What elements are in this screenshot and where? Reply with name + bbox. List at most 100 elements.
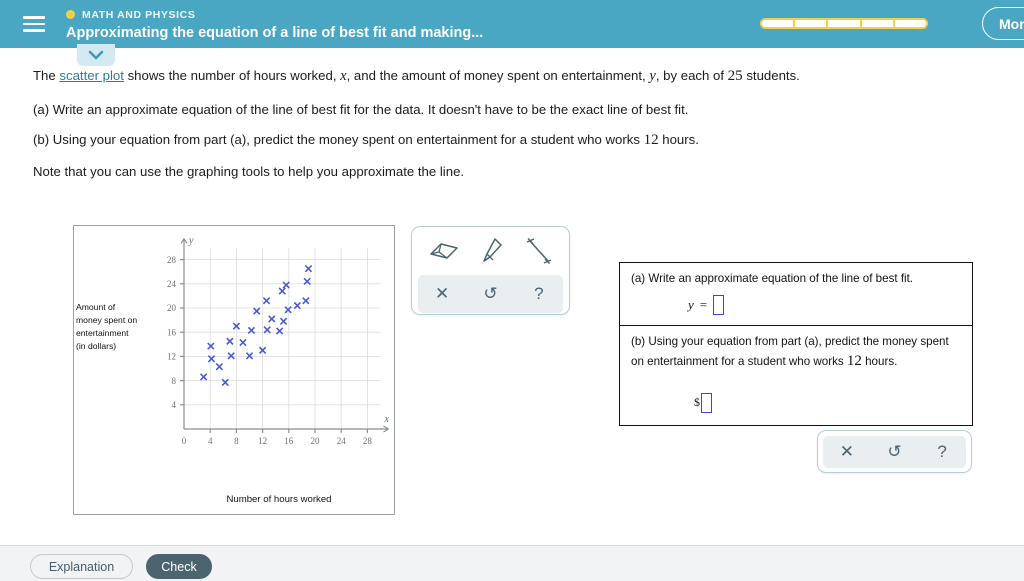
intro-part-1: The [33,68,60,83]
page-root: MATH AND PHYSICS Approximating the equat… [0,0,1024,581]
intro-part-2: shows the number of hours worked, [123,68,341,83]
data-point [268,315,276,323]
answer-b-prompt-line2: on entertainment for a student who works… [631,351,961,373]
course-dot-icon [66,10,75,19]
data-point [278,287,286,295]
part-b-text-2: hours. [658,132,699,148]
y-axis-title-line: money spent on [76,315,137,325]
scatter-plot-svg[interactable]: x y 0 4 8 12 16 20 24 28 4 8 12 16 20 24 28 Amount of mone… [74,226,394,514]
answer-a-input[interactable] [713,294,725,315]
x-axis-title: Number of hours worked [226,494,331,505]
question-part-a: (a) Write an approximate equation of the… [33,101,689,117]
y-axis-tick-label: 4 [172,400,177,410]
course-row: MATH AND PHYSICS [66,7,483,22]
answer-part-b: (b) Using your equation from part (a), p… [620,326,972,426]
data-point [239,338,247,347]
answer-undo-button[interactable]: ↺ [879,439,909,465]
line-segment-icon[interactable] [525,237,553,265]
eraser-icon[interactable] [428,240,460,262]
student-count: 25 [727,68,743,84]
data-point [282,281,290,289]
clear-button[interactable]: ✕ [427,281,457,307]
data-point [302,297,310,305]
data-point [279,317,288,325]
answer-b-prompt-pre: on entertainment for a student who works [631,354,847,368]
y-axis-tick-label: 24 [167,279,177,289]
drawing-tools-row [412,227,569,275]
chevron-down-icon [88,50,104,60]
intro-part-4: , by each of [655,68,728,83]
answer-a-prompt: (a) Write an approximate equation of the… [631,272,914,285]
hamburger-icon[interactable] [14,4,54,44]
progress-segment [762,20,796,27]
user-menu-button[interactable]: Morg [982,7,1024,40]
pencil-icon[interactable] [480,237,504,265]
help-button[interactable]: ? [524,281,554,307]
check-button[interactable]: Check [146,554,212,579]
answer-help-button[interactable]: ? [927,439,957,465]
x-axis-tick-label: 4 [208,436,213,446]
data-point [215,363,224,371]
hamburger-bar [23,22,45,26]
footer-bar: Explanation Check [0,545,1024,581]
x-axis-tick-label: 12 [258,436,267,446]
drawing-actions-row: ✕ ↺ ? [418,275,563,313]
y-axis-title-line: (in dollars) [76,341,116,351]
expand-panel-toggle[interactable] [77,44,115,66]
progress-segment [828,20,862,27]
progress-bar [760,18,928,29]
answer-panel: (a) Write an approximate equation of the… [619,262,973,426]
scatter-plot-link[interactable]: scatter plot [59,68,124,83]
answer-b-prompt-post: hours. [861,354,898,368]
x-axis-tick-label: 24 [337,436,347,446]
x-axis-tick-label: 20 [311,436,321,446]
y-axis-tick-label: 20 [167,303,177,313]
header-titles: MATH AND PHYSICS Approximating the equat… [66,7,483,41]
part-b-hours: 12 [643,132,659,149]
y-axis-tick-label: 28 [167,255,177,265]
x-axis-tick-label: 16 [284,436,294,446]
question-part-b: (b) Using your equation from part (a), p… [33,130,1024,150]
answer-a-equation-row: y = [631,294,961,315]
app-header: MATH AND PHYSICS Approximating the equat… [0,0,1024,48]
data-point [207,342,215,350]
equation-y-label: y [688,296,694,312]
data-point [199,373,208,381]
hamburger-bar [23,16,45,19]
question-intro: The scatter plot shows the number of hou… [33,66,1024,87]
drawing-toolbar: ✕ ↺ ? [411,226,570,315]
answer-clear-button[interactable]: ✕ [832,439,862,465]
y-axis-variable-label: y [188,236,194,247]
x-axis-tick-label: 8 [234,436,239,446]
hamburger-bar [23,29,45,32]
question-content: The scatter plot shows the number of hou… [0,66,1024,192]
equation-equals-sign: = [699,296,708,312]
y-axis-tick-label: 8 [172,376,177,386]
data-point [275,327,284,335]
answer-b-input-row: $ [631,392,961,413]
data-point [253,307,261,315]
part-b-text-1: (b) Using your equation from part (a), p… [33,132,644,148]
scatter-plot[interactable]: x y 0 4 8 12 16 20 24 28 4 8 12 16 20 24 28 Amount of mone… [73,225,395,515]
answer-toolbar: ✕ ↺ ? [817,430,972,473]
answer-b-input[interactable] [701,392,712,413]
answer-b-prompt-line1: (b) Using your equation from part (a), p… [631,335,949,348]
undo-button[interactable]: ↺ [475,281,505,307]
question-note: Note that you can use the graphing tools… [33,163,465,179]
currency-symbol: $ [694,395,700,410]
data-point [245,352,254,360]
x-axis-tick-label: 28 [363,436,373,446]
answer-part-a: (a) Write an approximate equation of the… [620,263,972,326]
lesson-title: Approximating the equation of a line of … [66,25,484,41]
data-point [262,297,271,305]
data-point [304,265,313,273]
answer-b-hours: 12 [846,352,862,369]
progress-segment [861,20,895,27]
intro-part-5: students. [742,68,800,83]
progress-segment [795,20,829,27]
answer-actions-row: ✕ ↺ ? [823,435,966,468]
x-axis-tick-label: 0 [182,436,187,446]
explanation-button[interactable]: Explanation [30,554,133,579]
y-axis-title-line: entertainment [76,328,129,338]
data-point [226,337,234,345]
